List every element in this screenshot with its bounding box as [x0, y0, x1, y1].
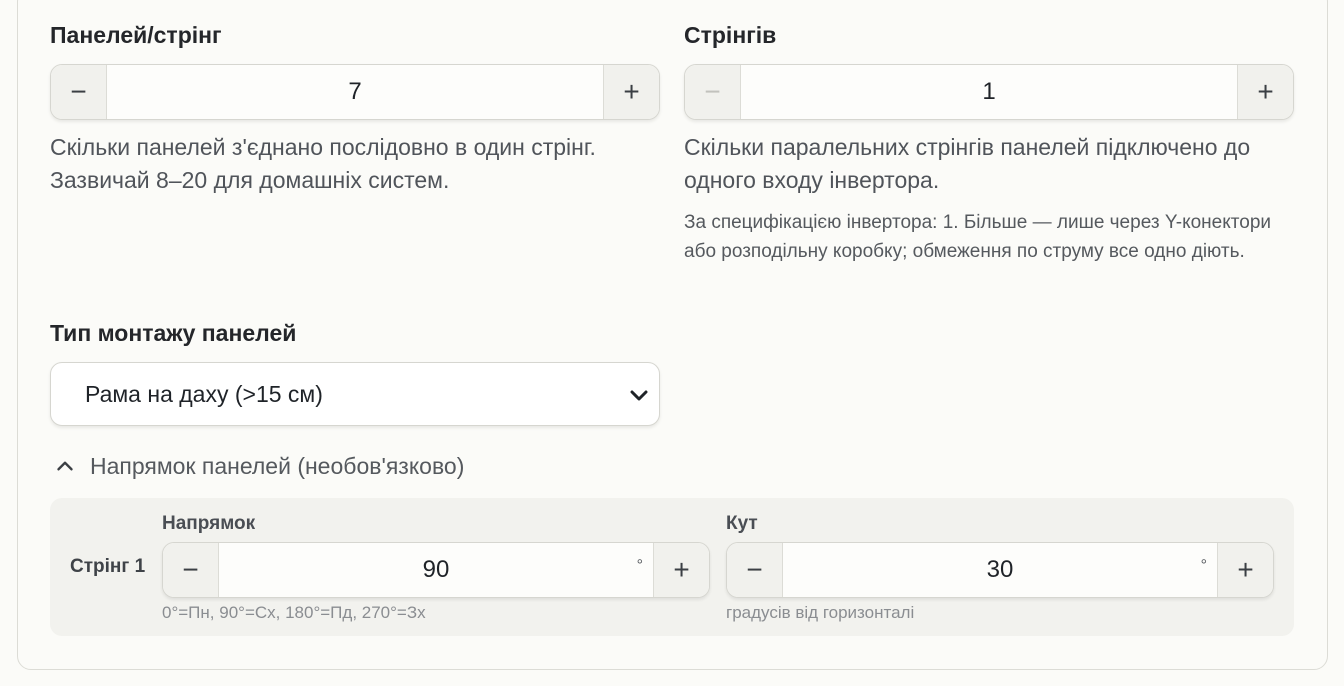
panels-per-string-stepper: − 7 +: [50, 64, 660, 120]
panels-per-string-value[interactable]: 7: [107, 65, 603, 119]
mounting-type-label: Тип монтажу панелей: [50, 320, 297, 346]
mounting-type-select[interactable]: Рама на даху (>15 см): [50, 362, 660, 426]
decrement-button[interactable]: −: [51, 65, 107, 119]
chevron-up-icon: [57, 461, 73, 471]
string-row-label: Стрінг 1: [70, 556, 146, 577]
direction-value: 90: [422, 556, 450, 583]
panels-per-string-help: Скільки панелей з'єднано послідовно в од…: [50, 134, 596, 193]
increment-button[interactable]: +: [1237, 65, 1293, 119]
decrement-button[interactable]: −: [685, 65, 741, 119]
angle-stepper: − 30 ° +: [726, 542, 1274, 598]
chevron-down-icon: [630, 390, 648, 401]
increment-button[interactable]: +: [1217, 543, 1273, 597]
decrement-button[interactable]: −: [727, 543, 783, 597]
angle-value-field[interactable]: 30 °: [783, 543, 1217, 597]
increment-button[interactable]: +: [653, 543, 709, 597]
degree-unit: °: [1200, 557, 1207, 574]
panels-per-string-label: Панелей/стрінг: [50, 22, 222, 48]
degree-unit: °: [636, 557, 643, 574]
angle-label: Кут: [726, 513, 758, 534]
orientation-toggle[interactable]: Напрямок панелей (необов'язково): [50, 450, 464, 482]
angle-hint: градусів від горизонталі: [726, 603, 915, 622]
direction-value-field[interactable]: 90 °: [219, 543, 653, 597]
decrement-button[interactable]: −: [163, 543, 219, 597]
inverter-spec-note: За специфікацією інвертора: 1. Більше — …: [684, 212, 1272, 262]
orientation-toggle-label: Напрямок панелей (необов'язково): [90, 452, 465, 479]
direction-stepper: − 90 ° +: [162, 542, 710, 598]
direction-label: Напрямок: [162, 513, 256, 534]
increment-button[interactable]: +: [603, 65, 659, 119]
strings-value[interactable]: 1: [741, 65, 1237, 119]
direction-hint: 0°=Пн, 90°=Сх, 180°=Пд, 270°=Зх: [162, 603, 426, 622]
mounting-type-value: Рама на даху (>15 см): [85, 380, 323, 407]
strings-label: Стрінгів: [684, 22, 777, 48]
angle-value: 30: [986, 556, 1014, 583]
strings-stepper: − 1 +: [684, 64, 1294, 120]
strings-help: Скільки паралельних стрінгів панелей під…: [684, 134, 1251, 193]
